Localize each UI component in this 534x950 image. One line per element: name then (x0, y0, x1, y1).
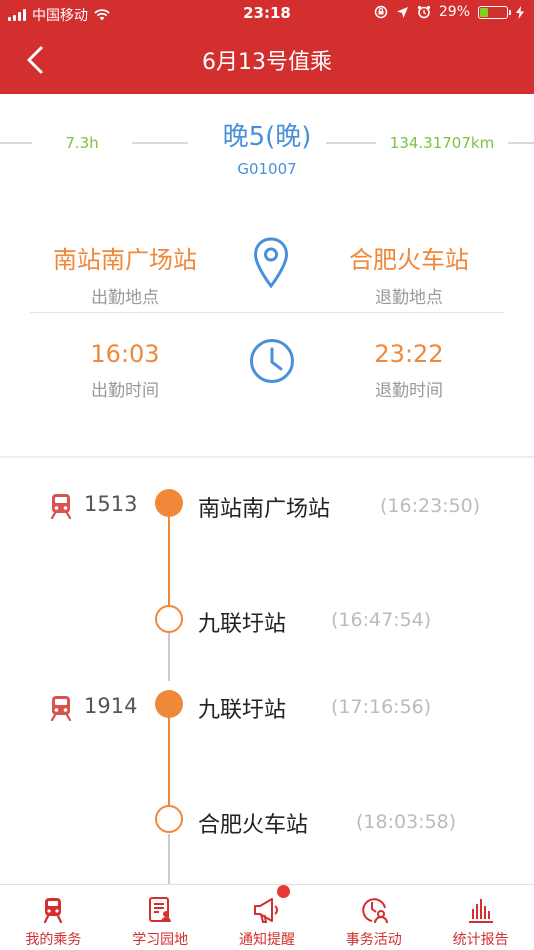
notification-badge (277, 885, 291, 898)
alarm-icon (417, 5, 430, 19)
timeline-dot-hollow (155, 605, 183, 633)
start-place-block: 南站南广场站 出勤地点 (20, 240, 230, 308)
battery-icon (478, 5, 511, 19)
end-time: 23:22 (374, 340, 444, 368)
station-time: (17:16:56) (331, 696, 432, 718)
tab-label: 学习园地 (132, 932, 189, 948)
tab-notifications[interactable]: 通知提醒 (214, 885, 321, 950)
chart-icon (468, 899, 493, 923)
timeline-segment (168, 633, 170, 681)
tab-statistics[interactable]: 统计报告 (427, 885, 534, 950)
train-icon (44, 898, 63, 924)
battery-percent: 29% (438, 4, 470, 20)
end-place-block: 合肥火车站 退勤地点 (304, 240, 514, 308)
duty-distance: 134.31707km (389, 134, 495, 152)
tab-my-duty[interactable]: 我的乘务 (0, 885, 107, 950)
end-time-block: 23:22 退勤时间 (304, 340, 514, 401)
train-number: 1513 (84, 492, 138, 516)
bottom-tab-bar: 我的乘务 学习园地 通知提醒 事务活动 统计报告 (0, 884, 534, 950)
end-time-label: 退勤时间 (375, 381, 443, 401)
end-place: 合肥火车站 (349, 246, 469, 274)
start-time-block: 16:03 出勤时间 (20, 340, 230, 401)
timeline-dot-filled (155, 489, 183, 517)
route-timeline: 1513 南站南广场站 (16:23:50) 九联圩站 (16:47:54) 1… (0, 458, 534, 884)
clock-icon (250, 339, 294, 383)
battery-level (480, 7, 489, 17)
status-bar: 中国移动 23:18 29% (0, 0, 534, 28)
location-arrow-icon (396, 6, 408, 18)
station-name: 九联圩站 (198, 612, 287, 637)
start-time: 16:03 (90, 340, 160, 368)
header-bar: 中国移动 23:18 29% 6月13号值乘 (0, 0, 534, 94)
station-time: (16:47:54) (331, 609, 432, 631)
tab-label: 事务活动 (345, 932, 402, 948)
page-title: 6月13号值乘 (202, 50, 332, 75)
station-name: 九联圩站 (198, 698, 287, 723)
duty-summary: 7.3h 晚5(晚) G01007 134.31707km 南站南广场站 出勤地… (0, 94, 534, 456)
station-time: (16:23:50) (380, 495, 481, 517)
shift-code: G01007 (237, 160, 297, 178)
megaphone-icon (253, 898, 278, 923)
study-icon (149, 897, 172, 922)
end-place-label: 退勤地点 (375, 288, 443, 308)
station-name: 合肥火车站 (198, 813, 309, 838)
station-name: 南站南广场站 (198, 497, 331, 522)
status-right: 29% (374, 4, 524, 20)
start-time-label: 出勤时间 (91, 381, 159, 401)
start-place: 南站南广场站 (53, 246, 197, 274)
section-divider (30, 312, 504, 313)
rotation-lock-icon (374, 5, 388, 19)
tab-study[interactable]: 学习园地 (107, 885, 214, 950)
train-number: 1914 (84, 694, 138, 718)
charging-icon (516, 5, 524, 19)
train-icon (50, 494, 72, 519)
tab-label: 我的乘务 (25, 932, 82, 948)
duty-duration: 7.3h (65, 134, 99, 152)
timeline-dot-filled (155, 690, 183, 718)
timeline-dot-hollow (155, 805, 183, 833)
divider-line (508, 142, 534, 144)
shift-name: 晚5(晚) (222, 122, 312, 152)
station-time: (18:03:58) (356, 811, 457, 833)
tab-label: 通知提醒 (238, 932, 295, 948)
tab-activities[interactable]: 事务活动 (320, 885, 427, 950)
timeline-segment (168, 834, 170, 884)
divider-line (0, 142, 32, 144)
tab-label: 统计报告 (452, 932, 509, 948)
start-place-label: 出勤地点 (91, 288, 159, 308)
train-icon (50, 696, 72, 721)
divider-line (326, 142, 376, 144)
location-pin-icon (253, 237, 289, 289)
activity-icon (362, 898, 388, 924)
